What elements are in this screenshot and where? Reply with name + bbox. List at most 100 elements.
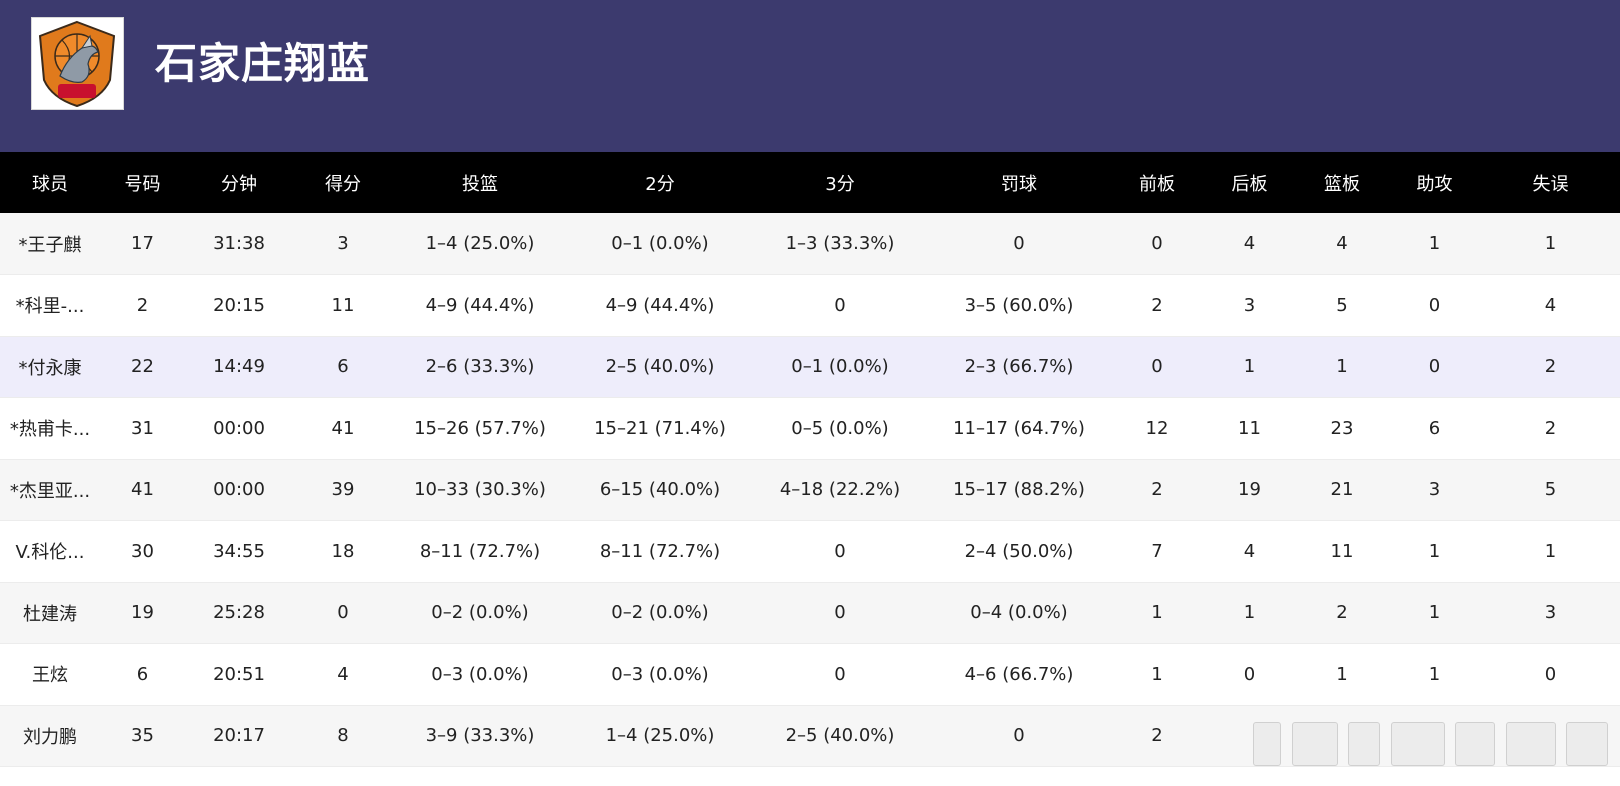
stat-cell: 1	[1388, 643, 1481, 706]
table-body: *王子麒 17 31:38 3 1–4 (25.0%) 0–1 (0.0%) 1–3 (33…	[0, 213, 1620, 767]
stat-cell: 0–2 (0.0%)	[393, 582, 567, 644]
stat-cell: 22	[100, 336, 185, 398]
stat-cell: 2–5 (40.0%)	[753, 705, 927, 767]
table-row: *热甫卡... 31 00:00 41 15–26 (57.7%) 15–21 (71.4…	[0, 397, 1620, 460]
stat-cell: 1	[1296, 336, 1388, 398]
player-name-cell: *王子麒	[0, 213, 100, 275]
stat-cell: 4–6 (66.7%)	[927, 643, 1111, 706]
stat-cell: 1	[1388, 520, 1481, 583]
stat-cell: 0	[293, 582, 393, 644]
player-name-cell: *热甫卡...	[0, 397, 100, 460]
stat-cell: 3	[293, 213, 393, 275]
stat-cell: 7	[1111, 520, 1203, 583]
column-header: 后板	[1231, 173, 1268, 195]
stat-cell: 1–4 (25.0%)	[567, 705, 753, 767]
stat-cell: 2–4 (50.0%)	[927, 520, 1111, 583]
stat-cell: 8	[293, 705, 393, 767]
stat-cell: 0	[753, 582, 927, 644]
stat-cell: 2–3 (66.7%)	[927, 336, 1111, 398]
player-name-cell: *杰里亚...	[0, 459, 100, 521]
stat-cell: 11–17 (64.7%)	[927, 397, 1111, 460]
stat-cell: 6–15 (40.0%)	[567, 459, 753, 521]
column-header: 3分	[825, 173, 855, 195]
stat-cell: 5	[1481, 459, 1620, 521]
stat-cell: 00:00	[185, 459, 293, 521]
column-header: 前板	[1139, 173, 1175, 195]
stat-cell: 8–11 (72.7%)	[393, 520, 567, 583]
stat-cell: 39	[293, 459, 393, 521]
stat-cell: 0–5 (0.0%)	[753, 397, 927, 460]
stat-cell: 1	[1203, 336, 1296, 398]
stat-cell: 0	[927, 705, 1111, 767]
watermark-placeholder	[1253, 718, 1608, 770]
stat-cell: 3	[1481, 582, 1620, 644]
stat-cell: 1–3 (33.3%)	[753, 213, 927, 275]
stat-cell: 1	[1481, 520, 1620, 583]
stat-cell: 0	[1388, 336, 1481, 398]
stat-cell: 20:15	[185, 274, 293, 337]
stat-cell: 4	[293, 643, 393, 706]
stat-cell: 18	[293, 520, 393, 583]
stat-cell: 4	[1481, 274, 1620, 337]
stat-cell: 2–5 (40.0%)	[567, 336, 753, 398]
stat-cell: 25:28	[185, 582, 293, 644]
stat-cell: 2	[100, 274, 185, 337]
stat-cell: 3–9 (33.3%)	[393, 705, 567, 767]
column-header: 得分	[325, 173, 361, 195]
stat-cell: 0–2 (0.0%)	[567, 582, 753, 644]
stat-cell: 0	[753, 274, 927, 337]
stat-cell: 0	[753, 520, 927, 583]
player-name-cell: 刘力鹏	[0, 705, 100, 767]
stat-cell: 1	[1388, 213, 1481, 275]
stat-cell: 11	[1203, 397, 1296, 460]
column-header: 投篮	[462, 173, 498, 195]
stat-cell: 4–9 (44.4%)	[393, 274, 567, 337]
stat-cell: 3	[1203, 274, 1296, 337]
stat-cell: 23	[1296, 397, 1388, 460]
stat-cell: 00:00	[185, 397, 293, 460]
stat-cell: 11	[1296, 520, 1388, 583]
stat-cell: 31	[100, 397, 185, 460]
stat-cell: 2	[1111, 274, 1203, 337]
table-row: 杜建涛 19 25:28 0 0–2 (0.0%) 0–2 (0.0%) 0 0–4 (0.0…	[0, 582, 1620, 644]
stat-cell: 41	[100, 459, 185, 521]
stat-cell: 20:51	[185, 643, 293, 706]
player-name-cell: 杜建涛	[0, 582, 100, 644]
column-header: 号码	[124, 173, 161, 195]
stat-cell: 35	[100, 705, 185, 767]
table-row: *付永康 22 14:49 6 2–6 (33.3%) 2–5 (40.0%) 0–1 (0…	[0, 336, 1620, 398]
column-header: 分钟	[221, 173, 257, 195]
stat-cell: 1	[1296, 643, 1388, 706]
stat-cell: 12	[1111, 397, 1203, 460]
stat-cell: 2	[1481, 397, 1620, 460]
stat-cell: 34:55	[185, 520, 293, 583]
stat-cell: 19	[100, 582, 185, 644]
stat-cell: 10–33 (30.3%)	[393, 459, 567, 521]
stat-cell: 31:38	[185, 213, 293, 275]
stat-cell: 0	[1388, 274, 1481, 337]
stat-cell: 0	[753, 643, 927, 706]
stat-cell: 0	[1481, 643, 1620, 706]
stat-cell: 2	[1481, 336, 1620, 398]
stat-cell: 1	[1388, 582, 1481, 644]
stat-cell: 6	[100, 643, 185, 706]
stat-cell: 1–4 (25.0%)	[393, 213, 567, 275]
stat-cell: 4	[1203, 213, 1296, 275]
player-name-cell: *付永康	[0, 336, 100, 398]
stat-cell: 8–11 (72.7%)	[567, 520, 753, 583]
stat-cell: 0–3 (0.0%)	[393, 643, 567, 706]
stat-cell: 1	[1481, 213, 1620, 275]
stat-cell: 0	[1111, 336, 1203, 398]
stat-cell: 15–17 (88.2%)	[927, 459, 1111, 521]
stat-cell: 6	[1388, 397, 1481, 460]
stat-cell: 20:17	[185, 705, 293, 767]
stat-cell: 1	[1203, 582, 1296, 644]
table-row: 王炫 6 20:51 4 0–3 (0.0%) 0–3 (0.0%) 0 4–6 (66.7%…	[0, 643, 1620, 706]
stat-cell: 14:49	[185, 336, 293, 398]
player-name-cell: *科里-...	[0, 274, 100, 337]
stat-cell: 4	[1296, 213, 1388, 275]
stat-cell: 41	[293, 397, 393, 460]
stat-cell: 0	[1111, 213, 1203, 275]
stat-cell: 0–3 (0.0%)	[567, 643, 753, 706]
stat-cell: 0	[1203, 643, 1296, 706]
